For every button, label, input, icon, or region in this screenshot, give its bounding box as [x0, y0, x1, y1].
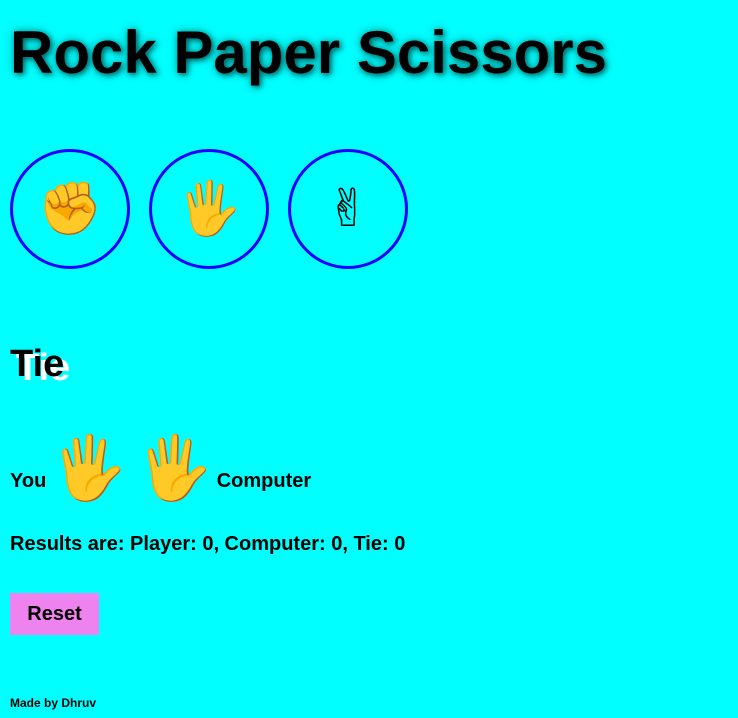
picks-row: You 🖐 🖐 Computer: [10, 420, 311, 500]
computer-label: Computer: [216, 470, 312, 492]
scissors-button[interactable]: ✌: [288, 149, 408, 269]
score-text: Results are: Player: 0, Computer: 0, Tie…: [10, 533, 406, 555]
footer-credit: Made by Dhruv: [10, 696, 97, 710]
rock-button[interactable]: ✊: [10, 149, 130, 269]
choice-buttons: ✊ 🖐 ✌: [10, 149, 408, 269]
paper-hand-icon: 🖐: [176, 180, 242, 238]
player-label: You: [10, 470, 47, 492]
reset-button[interactable]: Reset: [10, 593, 99, 635]
computer-pick-icon: 🖐: [135, 434, 213, 503]
scissors-hand-icon: ✌: [326, 180, 370, 238]
page-title: Rock Paper Scissors: [10, 19, 607, 86]
result-text: Tie: [10, 343, 65, 385]
paper-button[interactable]: 🖐: [149, 149, 269, 269]
player-pick-icon: 🖐: [50, 434, 128, 503]
rock-hand-icon: ✊: [37, 180, 103, 238]
game-page: Rock Paper Scissors ✊ 🖐 ✌ Tie You 🖐 🖐 Co…: [0, 0, 738, 718]
